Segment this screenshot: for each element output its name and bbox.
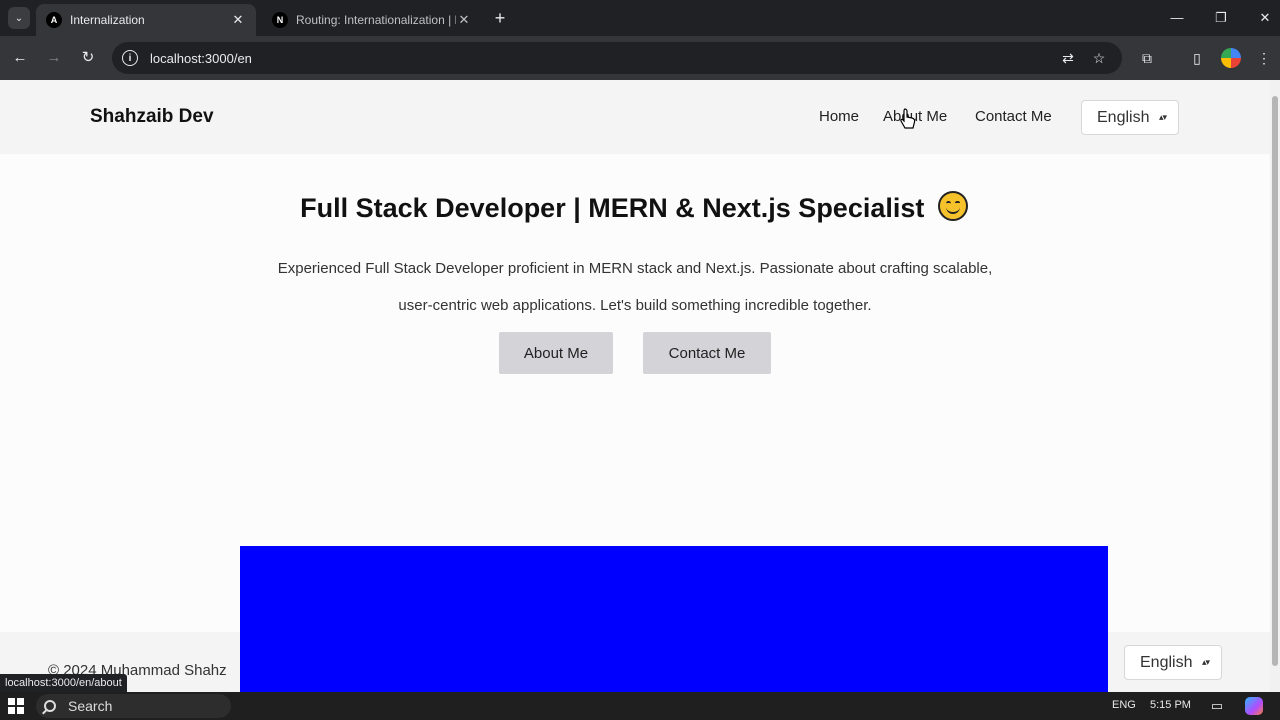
language-select[interactable]: English ▴▾ [1081,100,1179,135]
side-panel-icon[interactable]: ▯ [1185,46,1209,70]
updown-caret-icon: ▴▾ [1158,112,1167,122]
kebab-menu-icon[interactable]: ⋮ [1252,46,1276,70]
url-text[interactable]: localhost:3000/en [150,51,252,66]
hero-description-line: Experienced Full Stack Developer profici… [277,260,993,277]
site-header: Shahzaib Dev Home About Me Contact Me En… [0,80,1270,154]
hero-title: Full Stack Developer | MERN & Next.js Sp… [0,191,1268,224]
nav-home[interactable]: Home [819,108,859,125]
new-tab-plus-icon[interactable]: + [490,6,510,30]
extensions-puzzle-icon[interactable]: ⧉ [1135,46,1159,70]
reload-icon[interactable]: ↻ [76,46,100,70]
translate-icon[interactable]: ⇄ [1056,46,1080,70]
updown-caret-icon: ▴▾ [1201,657,1210,667]
site-info-icon[interactable]: i [122,50,138,66]
restore-icon[interactable]: ❐ [1206,6,1236,30]
windows-start-icon[interactable] [8,698,24,714]
about-me-button[interactable]: About Me [499,332,613,374]
close-icon[interactable]: ✕ [230,12,246,28]
vercel-favicon-icon: A [46,12,62,28]
taskbar-search-label: Search [68,698,113,714]
window-close-icon[interactable]: ✕ [1250,6,1280,30]
tab-title: Routing: Internationalization | N [296,13,456,27]
hero-description: Experienced Full Stack Developer profici… [240,250,1030,324]
close-icon[interactable]: ✕ [456,12,472,28]
tab-internalization[interactable]: A Internalization ✕ [36,4,256,36]
language-select-value: English [1097,108,1150,126]
tab-title: Internalization [70,13,145,27]
smiling-face-icon [937,191,968,221]
hand-pointer-cursor-icon [900,108,916,129]
site-logo[interactable]: Shahzaib Dev [90,106,214,128]
blue-overlay-block [240,546,1108,692]
taskbar-clock[interactable]: 5:15 PM [1150,699,1191,711]
address-bar[interactable]: i localhost:3000/en ⇄ ☆ [112,42,1122,74]
hero-description-line: user-centric web applications. Let's bui… [398,297,872,314]
footer-language-select[interactable]: English ▴▾ [1124,645,1222,680]
language-select-value: English [1140,653,1193,671]
windows-taskbar: Search ENG 5:15 PM ▭ [0,692,1280,720]
link-status-bubble: localhost:3000/en/about [0,674,127,692]
notifications-icon[interactable]: ▭ [1209,698,1225,714]
nav-contact-me[interactable]: Contact Me [975,108,1052,125]
browser-toolbar: ← → ↻ i localhost:3000/en ⇄ ☆ ⧉ ▯ ⋮ [0,36,1280,80]
nextjs-favicon-icon: N [272,12,288,28]
bookmark-star-icon[interactable]: ☆ [1087,46,1111,70]
page-scrollbar[interactable] [1270,80,1280,692]
minimize-icon[interactable]: — [1162,6,1192,30]
browser-tabstrip: ⌄ A Internalization ✕ N Routing: Interna… [0,0,1280,36]
profile-avatar[interactable] [1221,48,1241,68]
taskbar-search[interactable]: Search [36,694,231,718]
tab-routing-internationalization[interactable]: N Routing: Internationalization | N ✕ [262,4,482,36]
contact-me-button[interactable]: Contact Me [643,332,771,374]
search-icon [44,700,56,712]
page-viewport: Shahzaib Dev Home About Me Contact Me En… [0,80,1270,692]
scrollbar-thumb[interactable] [1272,96,1278,666]
forward-arrow-icon[interactable]: → [42,46,66,70]
input-language-indicator[interactable]: ENG [1112,699,1136,711]
hero-title-text: Full Stack Developer | MERN & Next.js Sp… [300,193,925,223]
tab-search-chevron-icon[interactable]: ⌄ [8,7,30,29]
copilot-icon[interactable] [1245,697,1263,715]
back-arrow-icon[interactable]: ← [8,46,32,70]
